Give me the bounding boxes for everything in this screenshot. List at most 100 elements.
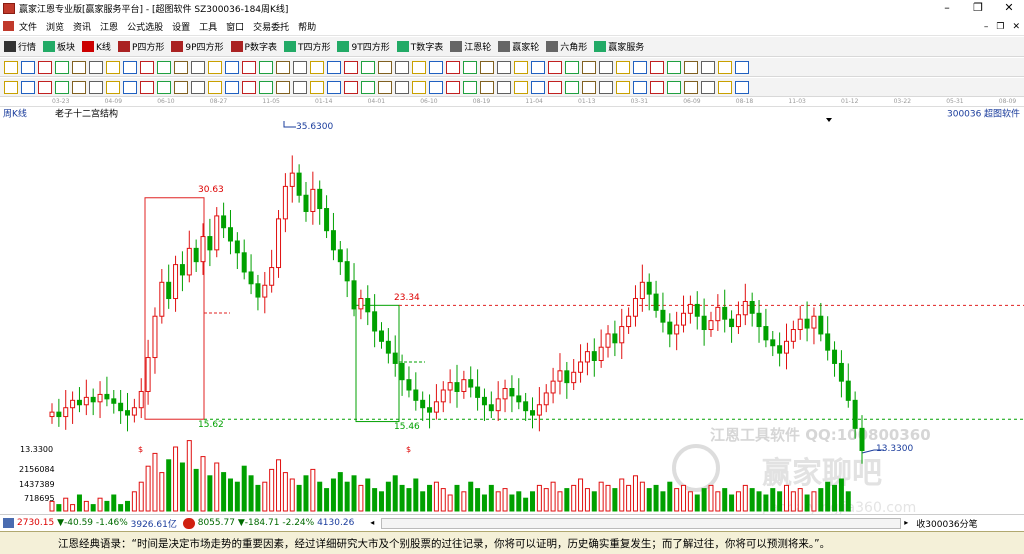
toolbar-button-11[interactable]: 六角形 [546, 40, 587, 53]
draw-tool-icon-37[interactable] [633, 60, 647, 74]
tool-tool-icon-34[interactable] [582, 80, 596, 94]
tool-tool-icon-40[interactable] [684, 80, 698, 94]
draw-tool-icon-36[interactable] [616, 60, 630, 74]
draw-tool-icon-21[interactable] [361, 60, 375, 74]
toolbar-button-3[interactable]: P四方形 [117, 40, 164, 53]
tool-tool-icon-7[interactable] [123, 80, 137, 94]
draw-tool-icon-13[interactable] [225, 60, 239, 74]
toolbar-button-2[interactable]: K线 [82, 40, 111, 53]
draw-tool-icon-43[interactable] [735, 60, 749, 74]
draw-tool-icon-19[interactable] [327, 60, 341, 74]
tool-tool-icon-29[interactable] [497, 80, 511, 94]
draw-tool-icon-14[interactable] [242, 60, 256, 74]
tool-tool-icon-22[interactable] [378, 80, 392, 94]
draw-tool-icon-0[interactable] [4, 60, 18, 74]
toolbar-button-9[interactable]: 江恩轮 [450, 40, 491, 53]
draw-tool-icon-22[interactable] [378, 60, 392, 74]
draw-tool-icon-26[interactable] [446, 60, 460, 74]
sz-index-icon[interactable] [182, 517, 195, 529]
toolbar-button-12[interactable]: 赢家服务 [594, 40, 644, 53]
draw-tool-icon-8[interactable] [140, 60, 154, 74]
chart-area[interactable]: 周K线 老子十二宫结构 300036 超图软件 江恩工具软件 QQ:100800… [0, 107, 1024, 516]
tool-tool-icon-41[interactable] [701, 80, 715, 94]
tool-tool-icon-6[interactable] [106, 80, 120, 94]
draw-tool-icon-6[interactable] [106, 60, 120, 74]
menu-settings[interactable]: 设置 [172, 20, 190, 33]
status-scrollbar[interactable] [381, 517, 902, 529]
tool-tool-icon-9[interactable] [157, 80, 171, 94]
draw-tool-icon-27[interactable] [463, 60, 477, 74]
mdi-restore-button[interactable]: ❐ [996, 22, 1004, 32]
mdi-close-button[interactable]: ✕ [1012, 22, 1020, 32]
scroll-right-icon[interactable]: ▸ [904, 518, 912, 528]
draw-tool-icon-23[interactable] [395, 60, 409, 74]
tool-tool-icon-17[interactable] [293, 80, 307, 94]
draw-tool-icon-33[interactable] [565, 60, 579, 74]
kline-chart[interactable]: 周K线 老子十二宫结构 300036 超图软件 江恩工具软件 QQ:100800… [0, 107, 1024, 516]
tool-tool-icon-35[interactable] [599, 80, 613, 94]
tool-tool-icon-15[interactable] [259, 80, 273, 94]
tool-tool-icon-19[interactable] [327, 80, 341, 94]
draw-tool-icon-12[interactable] [208, 60, 222, 74]
draw-tool-icon-1[interactable] [21, 60, 35, 74]
tool-tool-icon-21[interactable] [361, 80, 375, 94]
draw-tool-icon-4[interactable] [72, 60, 86, 74]
toolbar-button-7[interactable]: 9T四方形 [337, 40, 390, 53]
tool-tool-icon-14[interactable] [242, 80, 256, 94]
tool-tool-icon-16[interactable] [276, 80, 290, 94]
menu-browse[interactable]: 浏览 [46, 20, 64, 33]
draw-tool-icon-5[interactable] [89, 60, 103, 74]
draw-tool-icon-30[interactable] [514, 60, 528, 74]
draw-tool-icon-34[interactable] [582, 60, 596, 74]
draw-tool-icon-17[interactable] [293, 60, 307, 74]
tool-tool-icon-42[interactable] [718, 80, 732, 94]
tool-tool-icon-24[interactable] [412, 80, 426, 94]
menu-trade[interactable]: 交易委托 [253, 20, 289, 33]
tool-tool-icon-30[interactable] [514, 80, 528, 94]
draw-tool-icon-25[interactable] [429, 60, 443, 74]
tool-tool-icon-37[interactable] [633, 80, 647, 94]
menu-app-icon[interactable] [3, 21, 14, 31]
draw-tool-icon-40[interactable] [684, 60, 698, 74]
tool-tool-icon-12[interactable] [208, 80, 222, 94]
toolbar-button-5[interactable]: P数字表 [230, 40, 277, 53]
toolbar-button-0[interactable]: 行情 [4, 40, 36, 53]
draw-tool-icon-42[interactable] [718, 60, 732, 74]
draw-tool-icon-3[interactable] [55, 60, 69, 74]
draw-tool-icon-28[interactable] [480, 60, 494, 74]
dropdown-arrow-icon[interactable] [826, 118, 832, 122]
draw-tool-icon-29[interactable] [497, 60, 511, 74]
menu-help[interactable]: 帮助 [298, 20, 316, 33]
menu-window[interactable]: 窗口 [226, 20, 244, 33]
draw-tool-icon-10[interactable] [174, 60, 188, 74]
mdi-minimize-button[interactable]: – [984, 22, 989, 32]
tool-tool-icon-25[interactable] [429, 80, 443, 94]
draw-tool-icon-11[interactable] [191, 60, 205, 74]
sh-index-icon[interactable] [3, 518, 14, 528]
draw-tool-icon-18[interactable] [310, 60, 324, 74]
tool-tool-icon-27[interactable] [463, 80, 477, 94]
tool-tool-icon-28[interactable] [480, 80, 494, 94]
scroll-left-icon[interactable]: ◂ [370, 518, 378, 528]
minimize-button[interactable]: – [932, 0, 962, 17]
tool-tool-icon-31[interactable] [531, 80, 545, 94]
toolbar-button-6[interactable]: T四方形 [283, 40, 330, 53]
draw-tool-icon-7[interactable] [123, 60, 137, 74]
tool-tool-icon-0[interactable] [4, 80, 18, 94]
close-button[interactable]: ✕ [994, 0, 1024, 17]
draw-tool-icon-41[interactable] [701, 60, 715, 74]
draw-tool-icon-35[interactable] [599, 60, 613, 74]
tick-detail-link[interactable]: 收300036分笔 [916, 517, 977, 530]
toolbar-button-8[interactable]: T数字表 [396, 40, 443, 53]
draw-tool-icon-31[interactable] [531, 60, 545, 74]
menu-formula[interactable]: 公式选股 [127, 20, 163, 33]
toolbar-button-4[interactable]: 9P四方形 [171, 40, 224, 53]
draw-tool-icon-39[interactable] [667, 60, 681, 74]
tool-tool-icon-33[interactable] [565, 80, 579, 94]
tool-tool-icon-38[interactable] [650, 80, 664, 94]
tool-tool-icon-8[interactable] [140, 80, 154, 94]
draw-tool-icon-24[interactable] [412, 60, 426, 74]
toolbar-button-1[interactable]: 板块 [43, 40, 75, 53]
tool-tool-icon-36[interactable] [616, 80, 630, 94]
tool-tool-icon-23[interactable] [395, 80, 409, 94]
